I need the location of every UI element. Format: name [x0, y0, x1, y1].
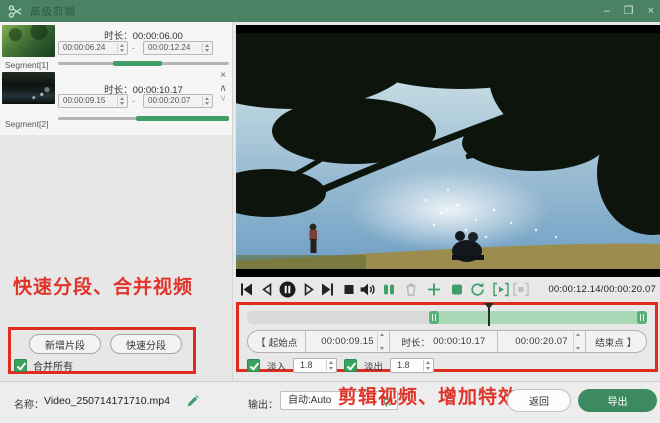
timeline-end-handle[interactable]	[637, 311, 647, 324]
annotation-box-timeline: 【 起始点 00:00:09.15 时长：00:00:10.17 00:00:2…	[236, 302, 658, 372]
spinner[interactable]	[202, 43, 211, 53]
name-label: 名称：	[14, 396, 44, 411]
trim-duration: 时长：00:00:10.17	[390, 331, 498, 352]
fade-controls: 淡入 1.8 淡出 1.8	[247, 358, 434, 373]
time-display: 00:00:12.14/00:00:20.07	[548, 284, 656, 295]
section-stop-icon[interactable]	[512, 281, 530, 298]
segment-2-end-input[interactable]: 00:00:20.07	[143, 94, 213, 108]
fade-out-label: 淡出	[364, 359, 383, 373]
set-start-point-button[interactable]: 【 起始点	[248, 331, 306, 352]
video-preview	[236, 25, 660, 277]
skip-start-icon[interactable]	[238, 281, 254, 298]
edit-pencil-icon[interactable]	[186, 395, 199, 408]
annotation-right-tip: 剪辑视频、增加特效	[338, 382, 518, 409]
spinner[interactable]	[117, 96, 126, 106]
start-time-input[interactable]: 00:00:09.15	[306, 331, 390, 352]
timeline-selected-range[interactable]	[429, 311, 647, 324]
fade-out-checkbox[interactable]	[344, 359, 357, 372]
timeline-playhead[interactable]	[488, 307, 490, 326]
trash-icon[interactable]	[403, 281, 419, 298]
segment-1-label: Segment[1]	[5, 60, 48, 70]
spinner[interactable]	[573, 332, 582, 351]
title-bar: 高级剪辑 – ❒ ×	[0, 0, 660, 22]
prev-frame-icon[interactable]	[259, 281, 275, 298]
volume-icon[interactable]	[359, 281, 376, 298]
window-title: 高级剪辑	[30, 4, 76, 19]
segment-2-start-input[interactable]: 00:00:09.15	[58, 94, 128, 108]
merge-all-label: 合并所有	[33, 358, 73, 373]
add-segment-button[interactable]: 新增片段	[29, 334, 101, 354]
close-icon[interactable]: ×	[648, 0, 654, 22]
spinner[interactable]	[423, 360, 432, 371]
video-frame	[236, 25, 660, 277]
scissors-logo-icon	[8, 4, 23, 19]
add-icon[interactable]	[426, 281, 442, 298]
segment-1-duration: 时长：00:00:06.00	[58, 28, 229, 42]
fade-in-checkbox[interactable]	[247, 359, 260, 372]
output-label: 输出：	[248, 396, 278, 411]
fade-in-label: 淡入	[267, 359, 286, 373]
segment-2-close-icon[interactable]: ×	[216, 71, 230, 81]
spinner[interactable]	[326, 360, 335, 371]
segment-1-end-input[interactable]: 00:00:12.24	[143, 41, 213, 55]
snapshot-icon[interactable]	[449, 281, 465, 298]
range-separator: -	[132, 43, 135, 53]
range-separator: -	[132, 96, 135, 106]
segment-2-label: Segment[2]	[5, 119, 48, 129]
timeline-start-handle[interactable]	[429, 311, 439, 324]
loop-icon[interactable]	[469, 281, 486, 298]
spinner[interactable]	[377, 332, 386, 351]
merge-all-checkbox[interactable]	[14, 359, 27, 372]
segment-2-move-down-icon[interactable]: ∨	[216, 94, 230, 104]
segment-2-thumbnail[interactable]	[2, 72, 55, 104]
section-play-icon[interactable]	[492, 281, 510, 298]
skip-end-icon[interactable]	[320, 281, 336, 298]
spinner[interactable]	[117, 43, 126, 53]
maximize-icon[interactable]: ❒	[624, 0, 634, 22]
split-clip-icon[interactable]	[381, 281, 397, 298]
fade-out-input[interactable]: 1.8	[390, 358, 434, 373]
file-name-value: Video_250714171710.mp4	[44, 395, 170, 407]
timeline-track[interactable]	[247, 311, 647, 324]
annotation-left-tip: 快速分段、合并视频	[13, 272, 193, 299]
fade-in-input[interactable]: 1.8	[293, 358, 337, 373]
segment-1-thumbnail[interactable]	[2, 25, 55, 57]
minimize-icon[interactable]: –	[604, 0, 610, 22]
quick-segment-button[interactable]: 快速分段	[110, 334, 182, 354]
pause-icon[interactable]	[279, 281, 296, 298]
export-button[interactable]: 导出	[578, 389, 657, 412]
segment-2-range-slider[interactable]	[58, 117, 229, 120]
segment-1-start-input[interactable]: 00:00:06.24	[58, 41, 128, 55]
end-time-input[interactable]: 00:00:20.07	[498, 331, 586, 352]
set-end-point-button[interactable]: 结束点 】	[586, 331, 646, 352]
stop-icon[interactable]	[341, 281, 357, 298]
spinner[interactable]	[202, 96, 211, 106]
back-button[interactable]: 返回	[507, 389, 571, 412]
trim-bar: 【 起始点 00:00:09.15 时长：00:00:10.17 00:00:2…	[247, 330, 647, 353]
segment-1-range-slider[interactable]	[58, 62, 229, 65]
next-frame-icon[interactable]	[301, 281, 317, 298]
